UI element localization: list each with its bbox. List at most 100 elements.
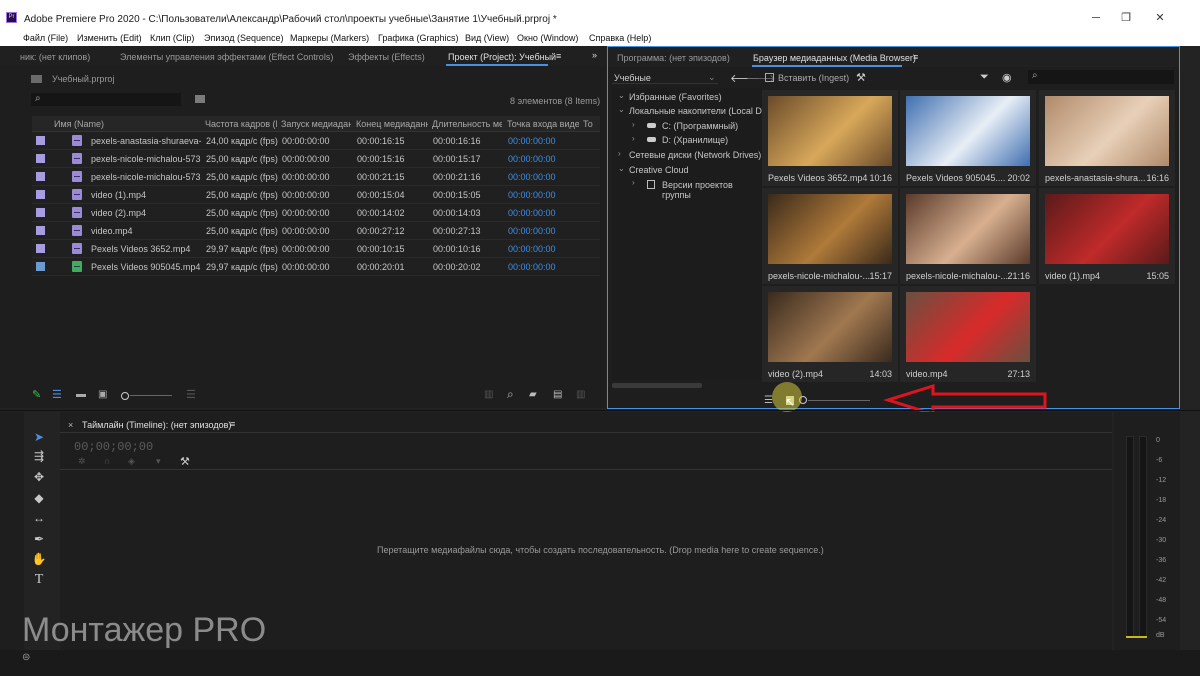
snap-icon[interactable]: ✲	[78, 456, 86, 467]
more-tabs-icon[interactable]: »	[592, 50, 597, 60]
new-bin-icon[interactable]: ▰	[529, 389, 537, 400]
label-color-swatch[interactable]	[36, 262, 45, 271]
zoom-slider-handle[interactable]	[121, 392, 129, 400]
filter-icon[interactable]: ⏷	[980, 71, 989, 84]
tree-scrollbar[interactable]	[612, 383, 702, 388]
media-thumbnail[interactable]	[1045, 96, 1169, 166]
media-thumbnail[interactable]	[906, 194, 1030, 264]
tree-team-projects[interactable]: Версии проектов группы	[662, 180, 762, 200]
media-thumbnail[interactable]	[768, 96, 892, 166]
panel-menu-icon[interactable]: ≡	[913, 52, 918, 62]
wrench-icon[interactable]: ⚒	[180, 455, 190, 468]
wrench-icon[interactable]: ⚒	[856, 71, 866, 84]
automate-icon[interactable]: ▥	[484, 389, 493, 400]
location-dropdown[interactable]: Учебные ⌄	[612, 70, 718, 84]
menu-window[interactable]: Окно (Window)	[517, 33, 578, 43]
trash-icon[interactable]: ▥	[576, 389, 585, 400]
table-row[interactable]: pexels-anastasia-shuraeva- 24,00 кадр/с (…	[32, 132, 600, 150]
panel-menu-icon[interactable]: ≡	[230, 419, 235, 429]
minimize-icon[interactable]: ─	[1088, 12, 1104, 24]
tab-source[interactable]: ник: (нет клипов)	[20, 52, 90, 62]
label-color-swatch[interactable]	[36, 226, 45, 235]
label-color-swatch[interactable]	[36, 190, 45, 199]
col-media-start[interactable]: Запуск медиадан	[281, 119, 351, 131]
col-fps[interactable]: Частота кадров (F	[205, 119, 277, 131]
col-video-in[interactable]: Точка входа виде	[507, 119, 579, 131]
table-row[interactable]: pexels-nicole-michalou-573 25,00 кадр/с (…	[32, 150, 600, 168]
pen-tool-icon[interactable]: ✒	[30, 531, 48, 547]
view-icon[interactable]: ◉	[1002, 71, 1012, 84]
menu-markers[interactable]: Маркеры (Markers)	[290, 33, 369, 43]
label-color-swatch[interactable]	[36, 136, 45, 145]
table-row[interactable]: Pexels Videos 3652.mp4 29,97 кадр/с (fps)…	[32, 240, 600, 258]
media-search-input[interactable]: ⌕	[1028, 70, 1174, 84]
tab-program[interactable]: Программа: (нет эпизодов)	[617, 53, 730, 63]
chevron-right-icon[interactable]: ›	[632, 178, 635, 187]
tab-effects[interactable]: Эффекты (Effects)	[348, 52, 425, 62]
media-thumbnail[interactable]	[768, 194, 892, 264]
table-row[interactable]: video.mp4 25,00 кадр/с (fps) 00:00:00:00 00…	[32, 222, 600, 240]
media-thumbnail[interactable]	[906, 96, 1030, 166]
panel-menu-icon[interactable]: ≡	[556, 51, 561, 61]
label-color-swatch[interactable]	[36, 172, 45, 181]
selection-tool-icon[interactable]: ➤	[30, 429, 48, 445]
col-media-end[interactable]: Конец медиаданн	[356, 119, 428, 131]
pencil-icon[interactable]: ✎	[32, 388, 41, 401]
media-thumbnail[interactable]	[1045, 194, 1169, 264]
tree-network-drives[interactable]: Сетевые диски (Network Drives)	[629, 150, 761, 160]
icon-view-icon[interactable]: ▬	[76, 389, 86, 400]
track-select-tool-icon[interactable]: ⇶	[30, 448, 48, 464]
chevron-right-icon[interactable]: ›	[632, 134, 635, 143]
table-row[interactable]: video (1).mp4 25,00 кадр/с (fps) 00:00:00:…	[32, 186, 600, 204]
close-icon[interactable]: ✕	[1152, 12, 1168, 24]
tree-creative-cloud[interactable]: Creative Cloud	[629, 165, 689, 175]
add-marker-icon[interactable]: ◈	[128, 456, 135, 467]
col-name[interactable]: Имя (Name)	[54, 119, 194, 131]
label-color-swatch[interactable]	[36, 154, 45, 163]
col-duration[interactable]: Длительность ме	[432, 119, 502, 131]
status-icon[interactable]: ⊜	[22, 652, 30, 663]
timeline-title[interactable]: Таймлайн (Timeline): (нет эпизодов)	[82, 420, 231, 430]
chevron-down-icon[interactable]: ⌄	[618, 105, 625, 114]
tab-project[interactable]: Проект (Project): Учебный	[448, 52, 556, 62]
close-icon[interactable]: ×	[68, 420, 73, 430]
new-item-icon[interactable]: ▤	[553, 389, 562, 400]
slip-tool-icon[interactable]: ↔	[30, 510, 48, 526]
chevron-right-icon[interactable]: ›	[632, 120, 635, 129]
timeline-timecode[interactable]: 00;00;00;00	[74, 440, 153, 454]
tree-drive-d[interactable]: D: (Хранилище)	[662, 135, 728, 145]
menu-file[interactable]: Файл (File)	[23, 33, 68, 43]
media-thumbnail[interactable]	[768, 292, 892, 362]
sort-icon[interactable]: ☰	[186, 388, 196, 401]
col-to[interactable]: То	[583, 119, 599, 131]
linked-selection-icon[interactable]: ∩	[104, 456, 110, 466]
menu-help[interactable]: Справка (Help)	[589, 33, 651, 43]
freeform-view-icon[interactable]: ▣	[98, 389, 107, 400]
menu-sequence[interactable]: Эпизод (Sequence)	[204, 33, 283, 43]
maximize-icon[interactable]: ❐	[1118, 12, 1134, 24]
tree-drive-c[interactable]: C: (Программный)	[662, 121, 738, 131]
chevron-right-icon[interactable]: ›	[618, 149, 621, 158]
hand-tool-icon[interactable]: ✋	[30, 551, 48, 567]
ingest-checkbox[interactable]	[765, 73, 774, 82]
project-search-input[interactable]: ⌕	[31, 93, 181, 106]
find-icon[interactable]: ⌕	[507, 387, 514, 402]
ripple-edit-tool-icon[interactable]: ✥	[30, 469, 48, 485]
menu-view[interactable]: Вид (View)	[465, 33, 509, 43]
zoom-slider-track[interactable]	[130, 395, 172, 396]
menu-graphics[interactable]: Графика (Graphics)	[378, 33, 458, 43]
tab-media-browser[interactable]: Браузер медиаданных (Media Browser)	[753, 53, 916, 63]
marker-icon[interactable]: ▾	[156, 456, 161, 467]
chevron-down-icon[interactable]: ⌄	[618, 91, 625, 100]
razor-tool-icon[interactable]: ◆	[30, 490, 48, 506]
list-view-icon[interactable]: ☰	[52, 388, 62, 401]
table-row[interactable]: video (2).mp4 25,00 кадр/с (fps) 00:00:00:…	[32, 204, 600, 222]
tree-local-drives[interactable]: Локальные накопители (Local Driv	[629, 106, 771, 116]
label-color-swatch[interactable]	[36, 244, 45, 253]
tab-effect-controls[interactable]: Элементы управления эффектами (Effect Co…	[120, 52, 333, 62]
type-tool-icon[interactable]: T	[30, 572, 48, 588]
media-thumbnail[interactable]	[906, 292, 1030, 362]
label-color-swatch[interactable]	[36, 208, 45, 217]
table-row[interactable]: pexels-nicole-michalou-573 25,00 кадр/с (…	[32, 168, 600, 186]
table-row[interactable]: Pexels Videos 905045.mp4 29,97 кадр/с (fp…	[32, 258, 600, 276]
